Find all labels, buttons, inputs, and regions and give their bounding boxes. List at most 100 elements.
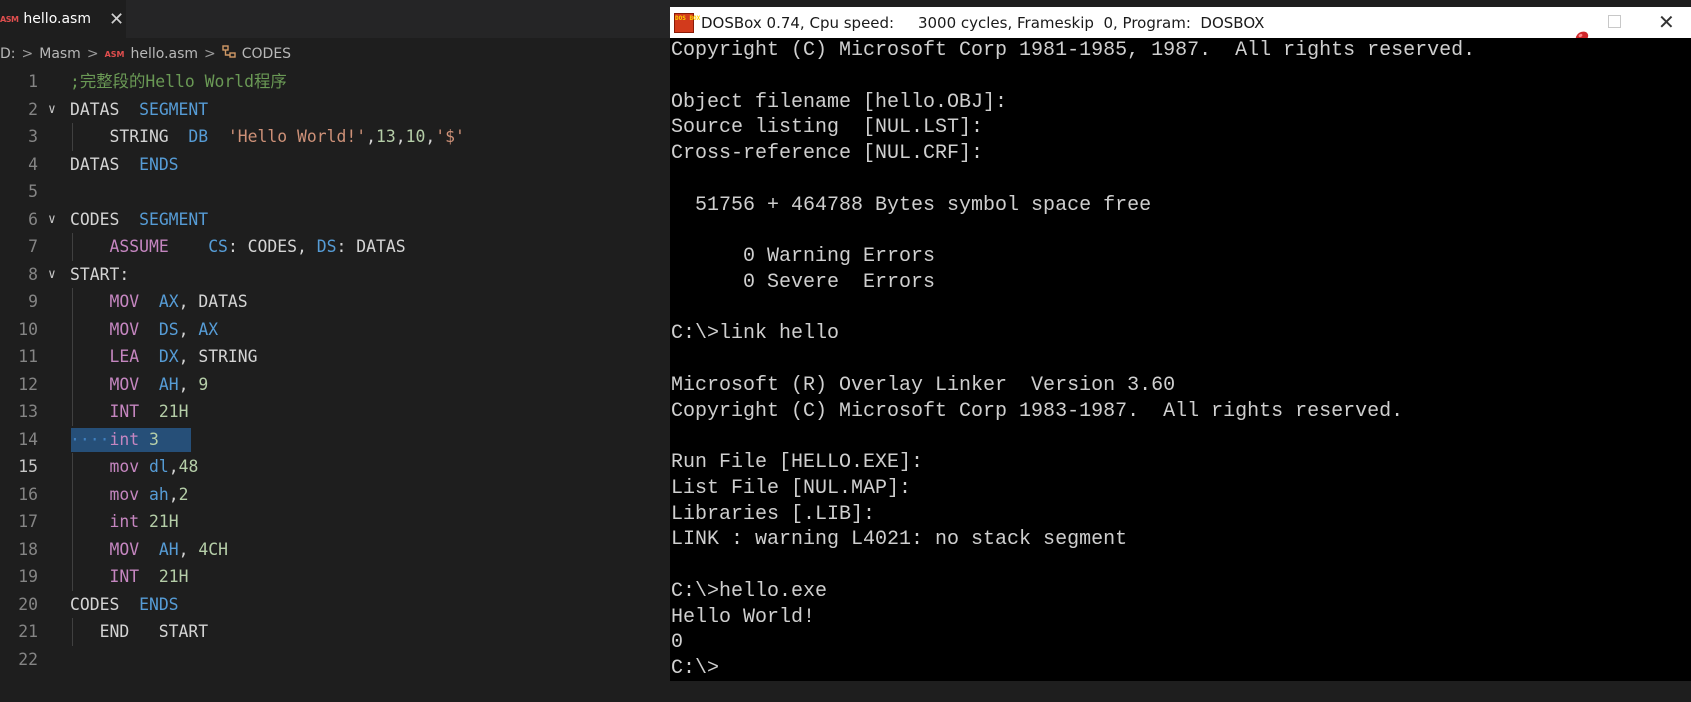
line-number: 18	[18, 539, 38, 559]
dosbox-app-icon: DOS BOX	[674, 12, 700, 33]
code-token: , DATAS	[178, 292, 248, 311]
breadcrumb-file[interactable]: hello.asm	[130, 46, 198, 62]
code-token: STRING	[70, 127, 189, 146]
code-token: DB	[188, 127, 209, 146]
breadcrumb-symbol[interactable]: CODES	[242, 46, 291, 62]
fold-chevron-icon[interactable]: ∨	[48, 261, 56, 289]
dosbox-title-bar[interactable]: DOS BOX DOSBox 0.74, Cpu speed: 3000 cyc…	[670, 7, 1691, 48]
code-token: ,	[366, 127, 376, 146]
dosbox-window[interactable]: DOS BOX DOSBox 0.74, Cpu speed: 3000 cyc…	[670, 7, 1691, 681]
breadcrumb-folder[interactable]: Masm	[39, 46, 81, 62]
line-number: 7	[28, 237, 38, 256]
console-line: C:\>hello.exe	[671, 579, 828, 603]
console-line: Hello World!	[671, 605, 816, 629]
console-line: Object filename [hello.OBJ]:	[671, 90, 1008, 114]
tab-label: hello.asm	[23, 11, 91, 27]
code-token: 'Hello World!'	[227, 127, 367, 146]
code-token: : CODES,	[227, 237, 317, 256]
code-line[interactable]: 6 ∨ CODES SEGMENT	[0, 206, 670, 234]
code-token: MOV	[109, 292, 140, 311]
fold-chevron-icon[interactable]: ∨	[48, 206, 56, 234]
code-line[interactable]: 5	[0, 178, 670, 206]
symbol-structure-icon	[222, 45, 236, 63]
code-token: , STRING	[178, 347, 258, 366]
console-line: 0	[671, 631, 684, 655]
close-icon[interactable]: ✕	[109, 9, 124, 30]
code-line[interactable]: 11 LEA DX, STRING	[0, 343, 670, 371]
code-editor[interactable]: ASM hello.asm ✕ D: > Masm > ASM hello.as…	[0, 0, 670, 702]
line-source: mov dl,48	[70, 453, 198, 481]
dosbox-title: DOSBox 0.74, Cpu speed: 3000 cycles, Fra…	[701, 13, 1265, 32]
line-number: 5	[28, 182, 38, 201]
code-line[interactable]: 20 CODES ENDS	[0, 591, 670, 619]
code-token: mov	[109, 457, 140, 476]
code-area[interactable]: 1 ;完整段的Hello World程序 2 ∨ DATAS SEGMENT 3 STRI…	[0, 68, 670, 673]
code-line[interactable]: 15 mov dl,48	[0, 453, 670, 481]
line-source: CODES SEGMENT	[70, 206, 208, 234]
code-line[interactable]: 8 ∨ START:	[0, 261, 670, 289]
code-token: mov	[109, 484, 140, 504]
code-token: CODES	[70, 594, 140, 614]
line-number: 4	[28, 154, 38, 174]
code-line[interactable]: 19 INT 21H	[0, 563, 670, 591]
code-token: ,	[168, 457, 179, 476]
code-line[interactable]: 12 MOV AH, 9	[0, 370, 670, 398]
chevron-right-icon: >	[86, 46, 99, 62]
code-line[interactable]: 9 MOV AX, DATAS	[0, 288, 670, 316]
code-line[interactable]: 1 ;完整段的Hello World程序	[0, 68, 670, 96]
code-token: CODES	[70, 209, 140, 229]
line-source: MOV DS, AX	[70, 316, 218, 344]
code-token: 10	[405, 127, 426, 146]
code-line[interactable]: 14 ····int 3	[0, 426, 670, 454]
code-token: LEA	[109, 347, 140, 366]
line-number: 20	[18, 594, 38, 614]
code-line[interactable]: 17 int 21H	[0, 508, 670, 536]
code-token: ,	[168, 484, 179, 504]
code-token: ENDS	[139, 594, 179, 614]
console-line: Run File [HELLO.EXE]:	[671, 451, 924, 474]
fold-chevron-icon[interactable]: ∨	[48, 96, 56, 124]
line-number: 1	[28, 72, 38, 91]
code-line[interactable]: 21 END START	[0, 618, 670, 646]
code-line[interactable]: 18 MOV AH, 4CH	[0, 535, 670, 564]
code-line[interactable]: 4 DATAS ENDS	[0, 151, 670, 179]
code-line[interactable]: 13 INT 21H	[0, 398, 670, 426]
breadcrumb-drive[interactable]: D:	[0, 46, 16, 62]
line-number: 16	[18, 484, 38, 504]
code-token: DS	[316, 237, 337, 256]
code-token: DS	[158, 319, 179, 339]
code-line[interactable]: 3 STRING DB 'Hello World!',13,10,'$'	[0, 123, 670, 151]
code-line[interactable]: 16 mov ah,2	[0, 480, 670, 508]
tab-bar: ASM hello.asm ✕	[0, 0, 670, 38]
code-token: DATAS	[70, 99, 140, 119]
code-line[interactable]: 7 ASSUME CS: CODES, DS: DATAS	[0, 233, 670, 261]
console-line: LINK : warning L4021: no stack segment	[671, 528, 1128, 552]
line-source: MOV AX, DATAS	[70, 288, 248, 316]
close-icon[interactable]: ✕	[1658, 10, 1675, 34]
code-line[interactable]: 2 ∨ DATAS SEGMENT	[0, 96, 670, 124]
line-number: 11	[18, 347, 38, 366]
code-line[interactable]: 10 MOV DS, AX	[0, 315, 670, 344]
maximize-icon[interactable]	[1608, 15, 1621, 28]
code-token: MOV	[109, 374, 140, 394]
tab-hello-asm[interactable]: ASM hello.asm ✕	[0, 0, 126, 38]
line-source: ASSUME CS: CODES, DS: DATAS	[70, 233, 405, 261]
dos-console[interactable]: Copyright (C) Microsoft Corp 1981-1985, …	[670, 38, 1691, 681]
line-number: 21	[18, 622, 38, 641]
code-line[interactable]: 22	[0, 646, 670, 674]
code-token: 21H	[148, 512, 179, 531]
line-source: MOV AH, 4CH	[70, 536, 227, 564]
line-number: 9	[28, 292, 38, 311]
